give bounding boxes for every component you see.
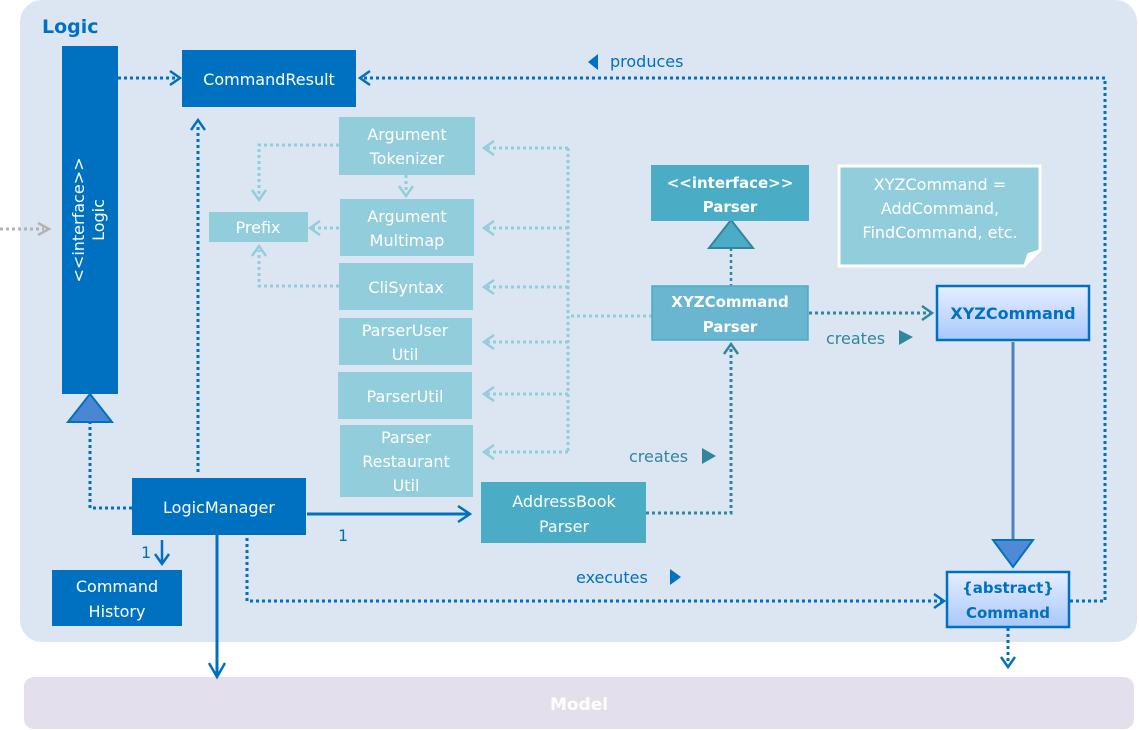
logicmanager-class[interactable]: LogicManager <box>132 478 306 535</box>
class-label: Tokenizer <box>369 149 445 168</box>
class-label: Argument <box>367 207 446 226</box>
creates-command-label: creates <box>826 329 885 348</box>
class-label: Util <box>392 345 419 364</box>
class-label: XYZCommand <box>950 304 1075 323</box>
class-label: XYZCommand <box>671 293 788 311</box>
class-label: Parser <box>539 517 589 536</box>
commandresult-class[interactable]: CommandResult <box>182 50 356 107</box>
class-label: Util <box>393 476 420 495</box>
multiplicity-label: 1 <box>338 526 348 545</box>
xyzcommand-class[interactable]: XYZCommand <box>935 284 1091 342</box>
logic-name: Logic <box>89 199 108 241</box>
clisyntax-class[interactable]: CliSyntax <box>339 263 473 310</box>
logic-interface-class[interactable]: <<interface>> Logic <box>62 46 118 394</box>
class-label: Restaurant <box>362 452 450 471</box>
logic-stereotype: <<interface>> <box>69 158 88 283</box>
class-label: Parser <box>381 428 431 447</box>
class-label: AddressBook <box>512 492 616 511</box>
class-diagram: Logic Model <<interface>> Logic CommandR… <box>0 0 1137 729</box>
class-label: Parser <box>703 198 758 216</box>
argumentmultimap-class[interactable]: Argument Multimap <box>340 199 474 256</box>
argumenttokenizer-class[interactable]: Argument Tokenizer <box>339 117 475 175</box>
class-label: History <box>89 602 146 621</box>
parserrestaurantutil-class[interactable]: Parser Restaurant Util <box>340 425 473 497</box>
parseruserutil-class[interactable]: ParserUser Util <box>339 318 472 365</box>
prefix-class[interactable]: Prefix <box>209 212 308 242</box>
class-stereotype: <<interface>> <box>667 174 794 192</box>
commandhistory-class[interactable]: Command History <box>52 570 182 626</box>
xyzcommand-note: XYZCommand = AddCommand, FindCommand, et… <box>837 164 1042 268</box>
produces-label: produces <box>610 52 683 71</box>
class-label: CliSyntax <box>368 278 443 297</box>
package-title: Logic <box>42 16 99 38</box>
class-label: Command <box>966 604 1050 622</box>
class-label: Command <box>76 577 158 596</box>
class-label: ParserUtil <box>367 387 444 406</box>
class-label: LogicManager <box>163 498 275 517</box>
multiplicity-label: 1 <box>141 543 151 562</box>
class-label: ParserUser <box>362 321 449 340</box>
executes-label: executes <box>576 568 648 587</box>
class-label: Parser <box>703 318 758 336</box>
note-text: FindCommand, etc. <box>862 223 1017 242</box>
note-text: XYZCommand = <box>874 175 1006 194</box>
parserutil-class[interactable]: ParserUtil <box>338 372 472 419</box>
note-text: AddCommand, <box>881 199 999 218</box>
xyzcommandparser-class[interactable]: XYZCommand Parser <box>651 285 809 341</box>
command-class[interactable]: {abstract} Command <box>945 570 1071 629</box>
class-label: Argument <box>367 125 446 144</box>
commandresult-name: CommandResult <box>203 70 335 89</box>
class-stereotype: {abstract} <box>962 579 1054 597</box>
class-label: Multimap <box>370 231 445 250</box>
class-label: Prefix <box>236 218 281 237</box>
model-title: Model <box>550 695 608 715</box>
creates-parser-label: creates <box>629 447 688 466</box>
addressbookparser-class[interactable]: AddressBook Parser <box>481 482 646 543</box>
parser-interface-class[interactable]: <<interface>> Parser <box>651 165 809 221</box>
